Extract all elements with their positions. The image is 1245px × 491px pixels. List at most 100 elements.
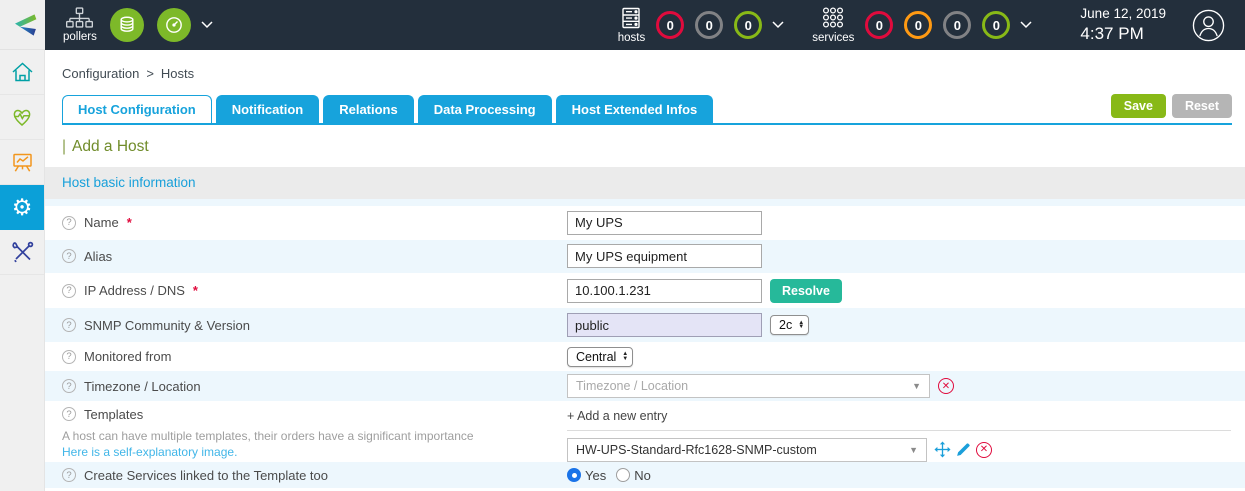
- hosts-up-badge[interactable]: 0: [734, 11, 762, 39]
- top-bar: pollers: [0, 0, 1245, 50]
- tab-host-extended-infos[interactable]: Host Extended Infos: [556, 95, 714, 123]
- form-row-templates: Templates A host can have multiple templ…: [45, 401, 1245, 462]
- templates-example-link[interactable]: Here is a self-explanatory image.: [62, 445, 567, 459]
- tab-bar: Host Configuration Notification Relation…: [62, 94, 1232, 125]
- form-row-ip: IP Address / DNS * Resolve: [45, 273, 1245, 308]
- pollers-button[interactable]: pollers: [63, 7, 97, 43]
- hosts-menu[interactable]: hosts: [618, 6, 646, 44]
- services-label: services: [812, 32, 854, 44]
- current-date: June 12, 2019: [1080, 6, 1166, 23]
- create-services-yes-radio[interactable]: Yes: [567, 468, 606, 483]
- template-edit-icon[interactable]: [956, 442, 971, 457]
- gear-icon: ⚙: [12, 196, 33, 219]
- services-critical-badge[interactable]: 0: [865, 11, 893, 39]
- timezone-label: Timezone / Location: [84, 379, 201, 394]
- breadcrumb-hosts[interactable]: Hosts: [161, 66, 194, 81]
- template-select[interactable]: HW-UPS-Standard-Rfc1628-SNMP-custom ▼: [567, 438, 927, 462]
- select-spinner-icon: ▲▼: [622, 352, 628, 361]
- template-delete-icon[interactable]: [976, 442, 992, 458]
- services-unknown-badge[interactable]: 0: [943, 11, 971, 39]
- hosts-unreachable-badge[interactable]: 0: [695, 11, 723, 39]
- tab-data-processing[interactable]: Data Processing: [418, 95, 552, 123]
- help-icon[interactable]: [62, 318, 76, 332]
- tab-host-configuration[interactable]: Host Configuration: [62, 95, 212, 123]
- snmp-version-select[interactable]: 2c ▲▼: [770, 315, 809, 335]
- snmp-community-input[interactable]: [567, 313, 762, 337]
- create-services-no-radio[interactable]: No: [616, 468, 651, 483]
- timezone-select[interactable]: Timezone / Location ▼: [567, 374, 930, 398]
- timezone-clear-icon[interactable]: [938, 378, 954, 394]
- pollers-group: pollers: [63, 7, 213, 43]
- database-icon: [117, 15, 137, 35]
- hosts-chevron-down-icon[interactable]: [772, 21, 784, 29]
- services-warning-badge[interactable]: 0: [904, 11, 932, 39]
- templates-label: Templates: [84, 407, 143, 422]
- row-spacer: [45, 199, 1245, 206]
- monitored-from-select[interactable]: Central ▲▼: [567, 347, 633, 367]
- sidebar-item-configuration[interactable]: ⚙: [0, 185, 44, 230]
- database-status-button[interactable]: [110, 8, 144, 42]
- save-button[interactable]: Save: [1111, 94, 1166, 118]
- breadcrumb-separator: >: [146, 66, 154, 81]
- form-row-timezone: Timezone / Location Timezone / Location …: [45, 371, 1245, 401]
- top-status-bar: pollers: [45, 0, 1245, 50]
- tab-notification[interactable]: Notification: [216, 95, 320, 123]
- centreon-logo[interactable]: [0, 0, 45, 50]
- sidebar: ⚙: [0, 50, 45, 491]
- user-icon: [1192, 9, 1225, 42]
- reset-button[interactable]: Reset: [1172, 94, 1232, 118]
- alias-input[interactable]: [567, 244, 762, 268]
- help-icon[interactable]: [62, 350, 76, 364]
- required-asterisk: *: [193, 283, 198, 298]
- form-row-monitored-from: Monitored from Central ▲▼: [45, 342, 1245, 371]
- hosts-down-badge[interactable]: 0: [656, 11, 684, 39]
- monitored-from-label: Monitored from: [84, 349, 171, 364]
- user-menu[interactable]: [1192, 9, 1225, 42]
- pollers-chevron-down-icon[interactable]: [201, 21, 213, 29]
- pollers-icon: [66, 7, 93, 29]
- clock: June 12, 2019 4:37 PM: [1080, 6, 1166, 44]
- template-move-icon[interactable]: [934, 441, 951, 458]
- ip-input[interactable]: [567, 279, 762, 303]
- sidebar-item-administration[interactable]: [0, 230, 44, 275]
- form-row-create-services: Create Services linked to the Template t…: [45, 462, 1245, 488]
- radio-unselected-icon: [616, 468, 630, 482]
- breadcrumb-configuration[interactable]: Configuration: [62, 66, 139, 81]
- services-icon: [820, 6, 846, 30]
- breadcrumb: Configuration > Hosts: [45, 50, 1245, 81]
- heartbeat-icon: [9, 105, 35, 129]
- radio-selected-icon: [567, 468, 581, 482]
- create-services-label: Create Services linked to the Template t…: [84, 468, 328, 483]
- required-asterisk: *: [127, 215, 132, 230]
- resolve-button[interactable]: Resolve: [770, 279, 842, 303]
- services-chevron-down-icon[interactable]: [1020, 21, 1032, 29]
- gauge-status-button[interactable]: [157, 8, 191, 42]
- add-template-entry-link[interactable]: + Add a new entry: [567, 409, 667, 430]
- sidebar-item-home[interactable]: [0, 50, 44, 95]
- tools-icon: [10, 240, 35, 264]
- form-row-name: Name *: [45, 206, 1245, 240]
- gauge-icon: [164, 15, 184, 35]
- sidebar-item-reporting[interactable]: [0, 140, 44, 185]
- dropdown-arrow-icon: ▼: [912, 381, 921, 391]
- help-icon[interactable]: [62, 379, 76, 393]
- hosts-label: hosts: [618, 32, 646, 44]
- help-icon[interactable]: [62, 249, 76, 263]
- help-icon[interactable]: [62, 407, 76, 421]
- services-menu[interactable]: services: [812, 6, 854, 44]
- help-icon[interactable]: [62, 284, 76, 298]
- title-bar-glyph: |: [62, 138, 66, 155]
- name-input[interactable]: [567, 211, 762, 235]
- help-icon[interactable]: [62, 468, 76, 482]
- services-status-group: services 0 0 0 0: [812, 6, 1032, 44]
- current-time: 4:37 PM: [1080, 23, 1166, 44]
- form-row-alias: Alias: [45, 240, 1245, 274]
- tab-relations[interactable]: Relations: [323, 95, 414, 123]
- templates-help-text: A host can have multiple templates, thei…: [62, 429, 567, 443]
- sidebar-item-monitoring[interactable]: [0, 95, 44, 140]
- help-icon[interactable]: [62, 216, 76, 230]
- name-label: Name: [84, 215, 119, 230]
- services-ok-badge[interactable]: 0: [982, 11, 1010, 39]
- home-icon: [10, 60, 35, 84]
- page-title: |Add a Host: [62, 138, 1245, 156]
